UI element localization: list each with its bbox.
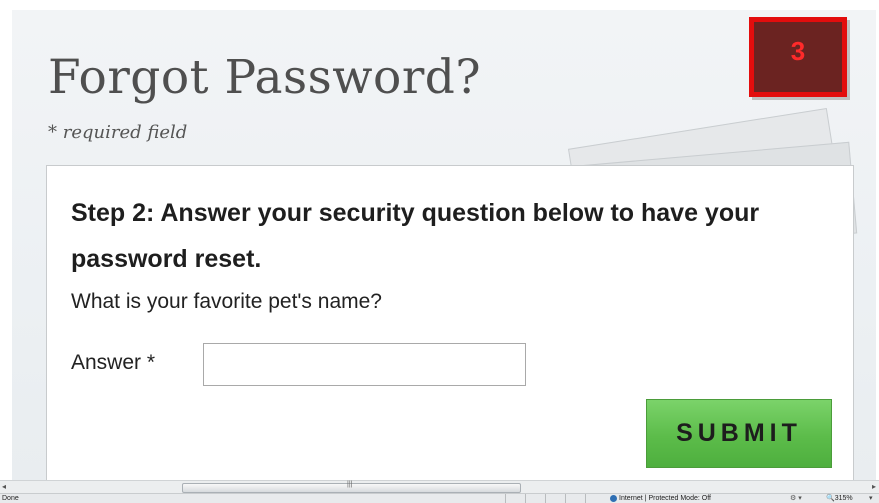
scroll-left-arrow-icon[interactable]: ◂ bbox=[2, 482, 6, 491]
security-question: What is your favorite pet's name? bbox=[71, 290, 382, 313]
scroll-right-arrow-icon[interactable]: ▸ bbox=[872, 482, 876, 491]
zoom-text: 315% bbox=[834, 495, 853, 502]
answer-input[interactable] bbox=[203, 343, 526, 386]
page-title: Forgot Password? bbox=[48, 50, 482, 105]
scrollbar-thumb[interactable]: ||| bbox=[182, 481, 521, 493]
answer-label: Answer * bbox=[71, 351, 156, 374]
step-heading: Step 2: Answer your security question be… bbox=[71, 199, 760, 273]
step-number: 3 bbox=[790, 36, 806, 66]
globe-icon bbox=[610, 494, 617, 502]
submit-button[interactable]: SUBMIT bbox=[646, 399, 832, 468]
security-question-panel: Step 2: Answer your security question be… bbox=[46, 165, 854, 480]
required-field-note: * required field bbox=[48, 122, 188, 143]
page-viewport: Forgot Password? * required field 3 Step… bbox=[12, 10, 876, 480]
step-number-badge: 3 bbox=[749, 17, 847, 97]
zone-text: Internet | Protected Mode: Off bbox=[619, 495, 711, 502]
scroll-grip-icon: ||| bbox=[347, 481, 353, 488]
horizontal-scrollbar[interactable]: ◂ ||| ▸ bbox=[0, 480, 879, 493]
